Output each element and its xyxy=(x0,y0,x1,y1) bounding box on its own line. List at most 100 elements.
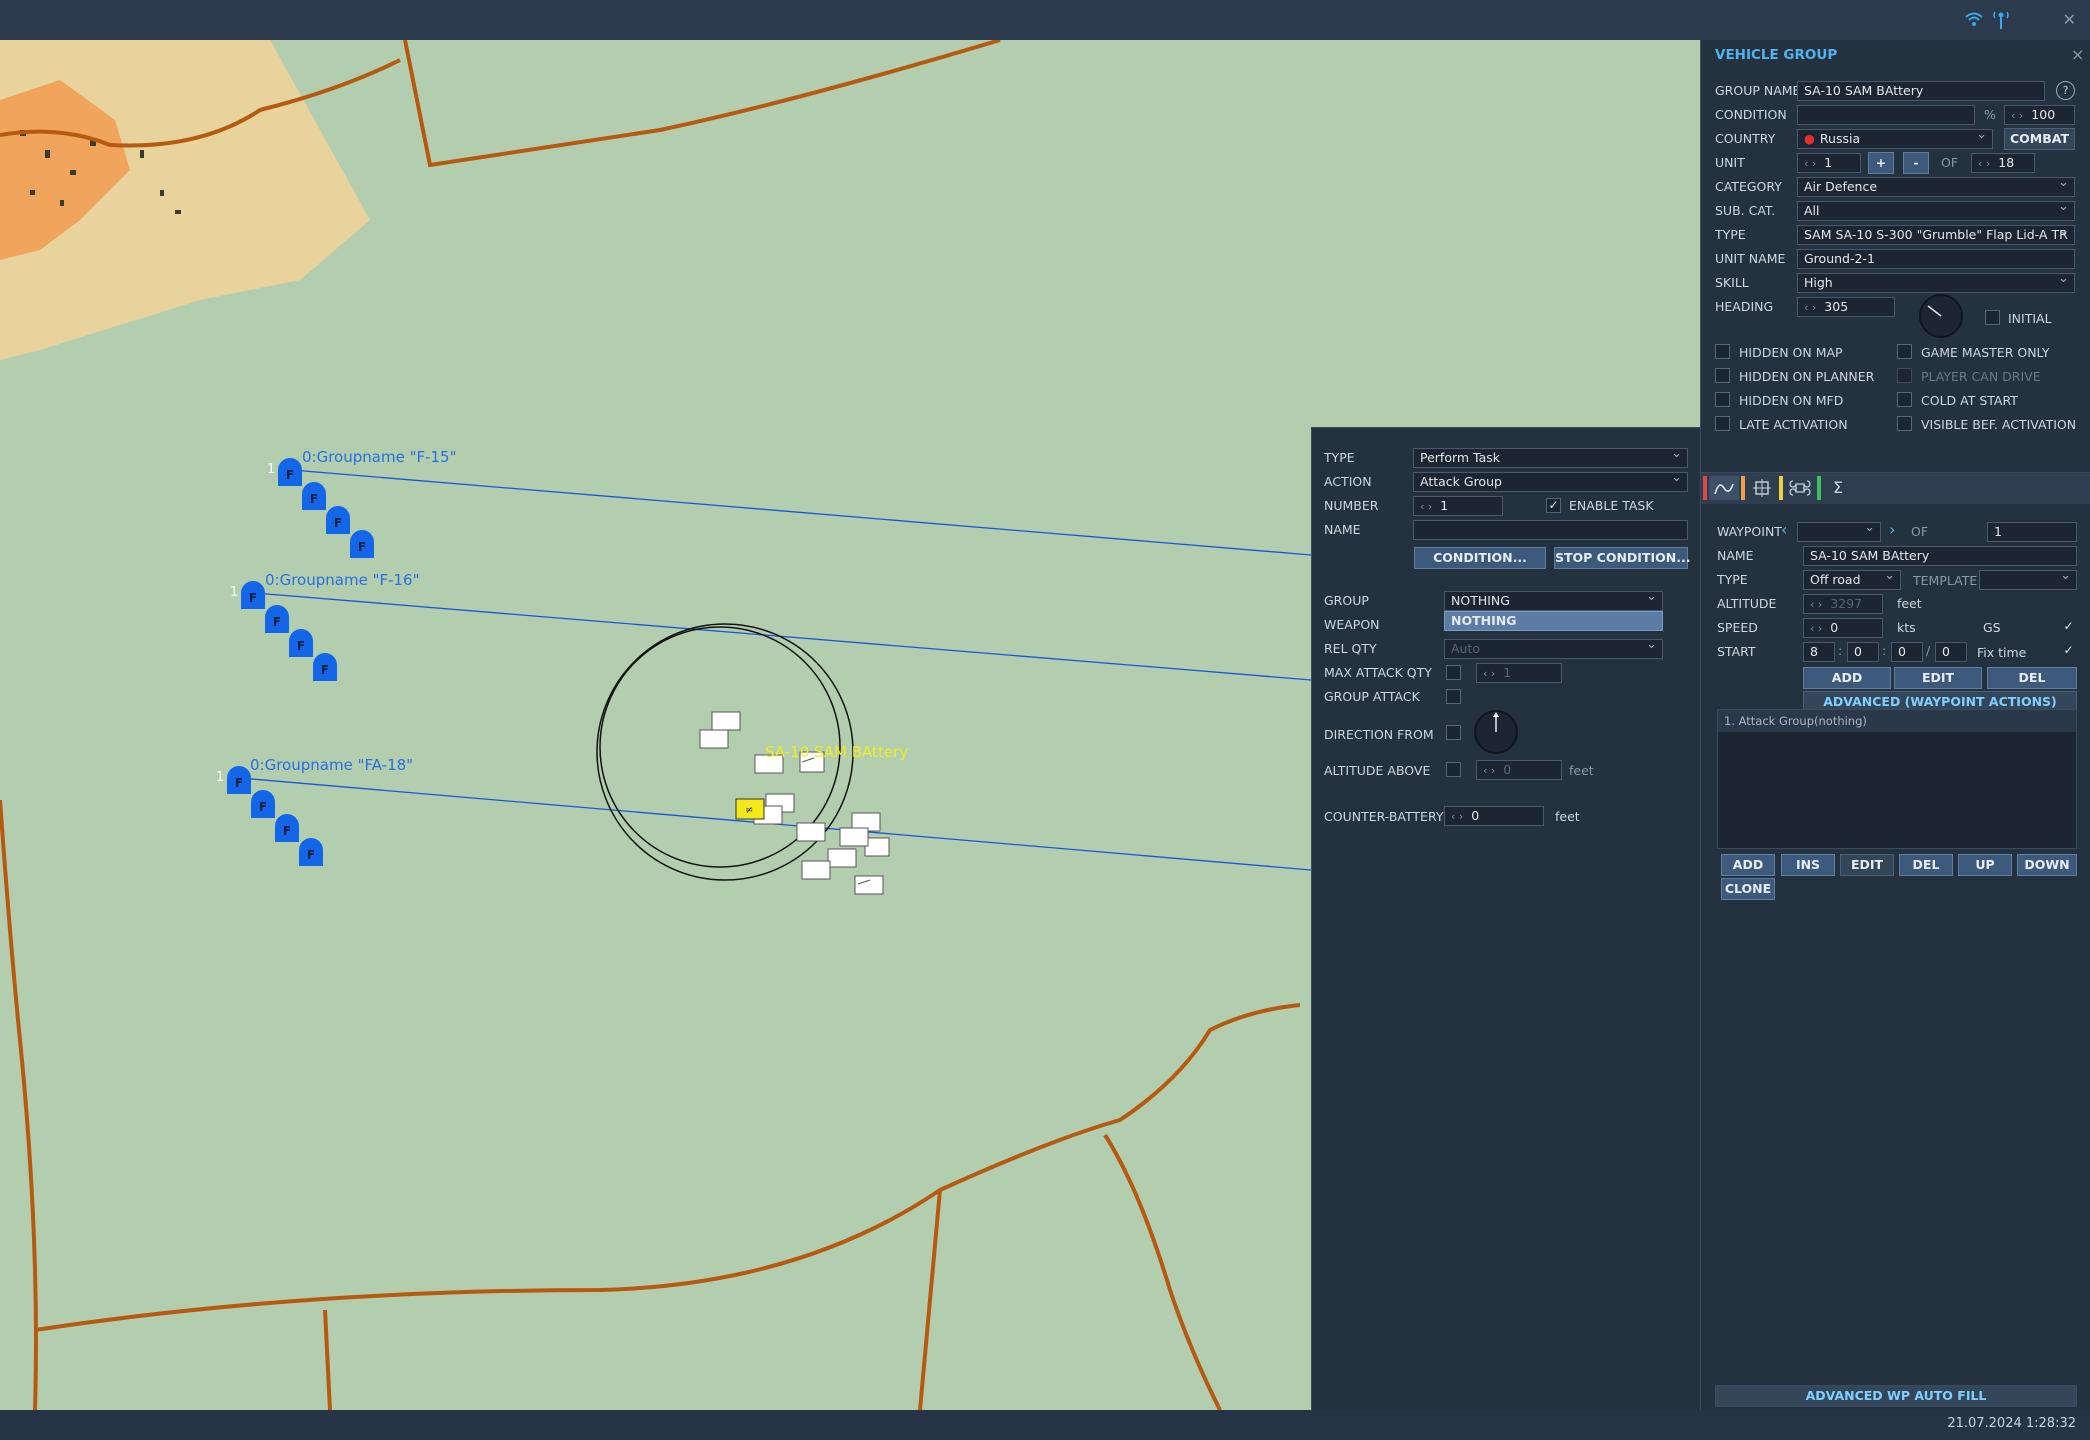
stepper-arrows-icon[interactable]: ‹ › xyxy=(1483,667,1495,680)
aircraft-marker[interactable]: F xyxy=(350,530,374,558)
start-minute-input[interactable]: 0 xyxy=(1891,642,1923,662)
task-relqty-select[interactable]: Auto xyxy=(1444,639,1663,659)
sam-group-label[interactable]: SA-10 SAM BAttery xyxy=(765,743,908,761)
aircraft-marker[interactable]: F xyxy=(227,766,251,794)
country-select[interactable]: ● Russia xyxy=(1797,129,1993,149)
stepper-arrows-icon[interactable]: ‹ › xyxy=(1420,500,1432,513)
option-checkbox-player-can-drive[interactable] xyxy=(1897,368,1912,383)
waypoint-del-button[interactable]: DEL xyxy=(1987,667,2077,689)
fix-time-checkbox[interactable]: ✓ xyxy=(2061,643,2076,658)
option-checkbox-cold-at-start[interactable] xyxy=(1897,392,1912,407)
aircraft-marker[interactable]: F xyxy=(313,653,337,681)
aircraft-marker[interactable]: F xyxy=(326,506,350,534)
altitude-checkbox[interactable] xyxy=(1446,762,1461,777)
group-label-f16[interactable]: 0:Groupname "F-16" xyxy=(265,571,420,589)
waypoint-edit-button[interactable]: EDIT xyxy=(1894,667,1982,689)
start-hour-input[interactable]: 0 xyxy=(1847,642,1879,662)
help-icon[interactable]: ? xyxy=(2056,81,2075,100)
antenna-icon[interactable] xyxy=(1993,11,2009,34)
sam-unit-icons[interactable]: ≠ xyxy=(690,710,950,910)
gs-checkbox[interactable]: ✓ xyxy=(2061,619,2076,634)
task-name-input[interactable] xyxy=(1413,520,1688,540)
max-attack-stepper[interactable]: ‹ › 1 xyxy=(1476,663,1562,683)
tab-tools[interactable] xyxy=(1785,476,1815,500)
type-select[interactable]: SAM SA-10 S-300 "Grumble" Flap Lid-A TR xyxy=(1797,225,2075,245)
aircraft-marker[interactable]: F xyxy=(302,482,326,510)
task-number-stepper[interactable]: ‹ › 1 xyxy=(1413,496,1503,516)
waypoint-prev-icon[interactable]: ‹ xyxy=(1781,520,1787,539)
advanced-wp-autofill-button[interactable]: ADVANCED WP AUTO FILL xyxy=(1715,1385,2077,1407)
waypoint-add-button[interactable]: ADD xyxy=(1803,667,1891,689)
unit-name-input[interactable]: Ground-2-1 xyxy=(1797,249,2075,269)
action-list[interactable]: 1. Attack Group(nothing) xyxy=(1717,709,2077,849)
aircraft-marker[interactable]: F xyxy=(251,790,275,818)
enable-task-checkbox[interactable]: ✓ xyxy=(1546,498,1561,513)
group-attack-checkbox[interactable] xyxy=(1446,689,1461,704)
wifi-icon[interactable] xyxy=(1964,11,1984,32)
group-label-f15[interactable]: 0:Groupname "F-15" xyxy=(302,448,457,466)
action-down-button[interactable]: DOWN xyxy=(2017,854,2077,876)
combat-button[interactable]: COMBAT xyxy=(2004,128,2075,150)
stepper-arrows-icon[interactable]: ‹ › xyxy=(1804,301,1816,314)
waypoint-speed-stepper[interactable]: ‹ › 0 xyxy=(1803,618,1883,638)
skill-select[interactable]: High xyxy=(1797,273,2075,293)
stepper-arrows-icon[interactable]: ‹ › xyxy=(1451,810,1463,823)
action-del-button[interactable]: DEL xyxy=(1899,854,1953,876)
close-icon[interactable]: ✕ xyxy=(2063,10,2076,29)
action-add-button[interactable]: ADD xyxy=(1721,854,1775,876)
max-attack-checkbox[interactable] xyxy=(1446,665,1461,680)
stepper-arrows-icon[interactable]: ‹ › xyxy=(1804,157,1816,170)
aircraft-marker[interactable]: F xyxy=(275,814,299,842)
subcat-select[interactable]: All xyxy=(1797,201,2075,221)
option-checkbox-late-activation[interactable] xyxy=(1715,416,1730,431)
condition-input[interactable] xyxy=(1797,105,1975,125)
stepper-arrows-icon[interactable]: ‹ › xyxy=(1978,157,1990,170)
waypoint-name-input[interactable]: SA-10 SAM BAttery xyxy=(1803,546,2077,566)
aircraft-marker[interactable]: F xyxy=(265,605,289,633)
aircraft-marker[interactable]: F xyxy=(289,629,313,657)
list-item[interactable]: 1. Attack Group(nothing) xyxy=(1718,710,2076,732)
waypoint-type-select[interactable]: Off road xyxy=(1803,570,1901,590)
start-second-input[interactable]: 0 xyxy=(1935,642,1967,662)
heading-stepper[interactable]: ‹ › 305 xyxy=(1797,297,1895,317)
condition-button[interactable]: CONDITION... xyxy=(1414,547,1546,569)
group-label-fa18[interactable]: 0:Groupname "FA-18" xyxy=(250,756,413,774)
waypoint-next-icon[interactable]: › xyxy=(1889,520,1895,539)
tab-route[interactable] xyxy=(1709,476,1739,500)
aircraft-marker[interactable]: F xyxy=(278,458,302,486)
category-select[interactable]: Air Defence xyxy=(1797,177,2075,197)
action-up-button[interactable]: UP xyxy=(1958,854,2012,876)
task-group-select[interactable]: NOTHING xyxy=(1444,591,1663,611)
group-name-input[interactable]: SA-10 SAM BAttery xyxy=(1797,81,2045,101)
unit-stepper[interactable]: ‹ › 1 xyxy=(1797,153,1861,173)
unit-total-stepper[interactable]: ‹ › 18 xyxy=(1971,153,2035,173)
remove-unit-button[interactable]: - xyxy=(1903,152,1929,174)
stop-condition-button[interactable]: STOP CONDITION... xyxy=(1554,547,1690,569)
aircraft-marker[interactable]: F xyxy=(241,581,265,609)
altitude-stepper[interactable]: ‹ › 0 xyxy=(1476,760,1562,780)
waypoint-altitude-stepper[interactable]: ‹ › 3297 xyxy=(1803,594,1883,614)
waypoint-select[interactable] xyxy=(1797,522,1881,542)
stepper-arrows-icon[interactable]: ‹ › xyxy=(2011,109,2023,122)
stepper-arrows-icon[interactable]: ‹ › xyxy=(1810,622,1822,635)
action-clone-button[interactable]: CLONE xyxy=(1721,878,1775,900)
template-select[interactable] xyxy=(1979,570,2077,590)
start-day-input[interactable]: 8 xyxy=(1803,642,1835,662)
option-checkbox-hidden-on-map[interactable] xyxy=(1715,344,1730,359)
counter-battery-stepper[interactable]: ‹ › 0 xyxy=(1444,806,1544,826)
condition-max-stepper[interactable]: ‹ › 100 xyxy=(2004,105,2075,125)
panel-close-icon[interactable]: × xyxy=(2071,45,2084,64)
heading-dial-icon[interactable] xyxy=(1918,293,1964,339)
aircraft-marker[interactable]: F xyxy=(299,838,323,866)
action-ins-button[interactable]: INS xyxy=(1781,854,1835,876)
option-checkbox-hidden-on-mfd[interactable] xyxy=(1715,392,1730,407)
stepper-arrows-icon[interactable]: ‹ › xyxy=(1483,764,1495,777)
option-checkbox-hidden-on-planner[interactable] xyxy=(1715,368,1730,383)
direction-checkbox[interactable] xyxy=(1446,725,1461,740)
task-action-select[interactable]: Attack Group xyxy=(1413,472,1688,492)
task-group-option[interactable]: NOTHING xyxy=(1444,611,1663,631)
task-type-select[interactable]: Perform Task xyxy=(1413,448,1688,468)
initial-checkbox[interactable] xyxy=(1985,310,2000,325)
action-edit-button[interactable]: EDIT xyxy=(1840,854,1894,876)
tab-summary[interactable]: Σ xyxy=(1823,476,1853,500)
